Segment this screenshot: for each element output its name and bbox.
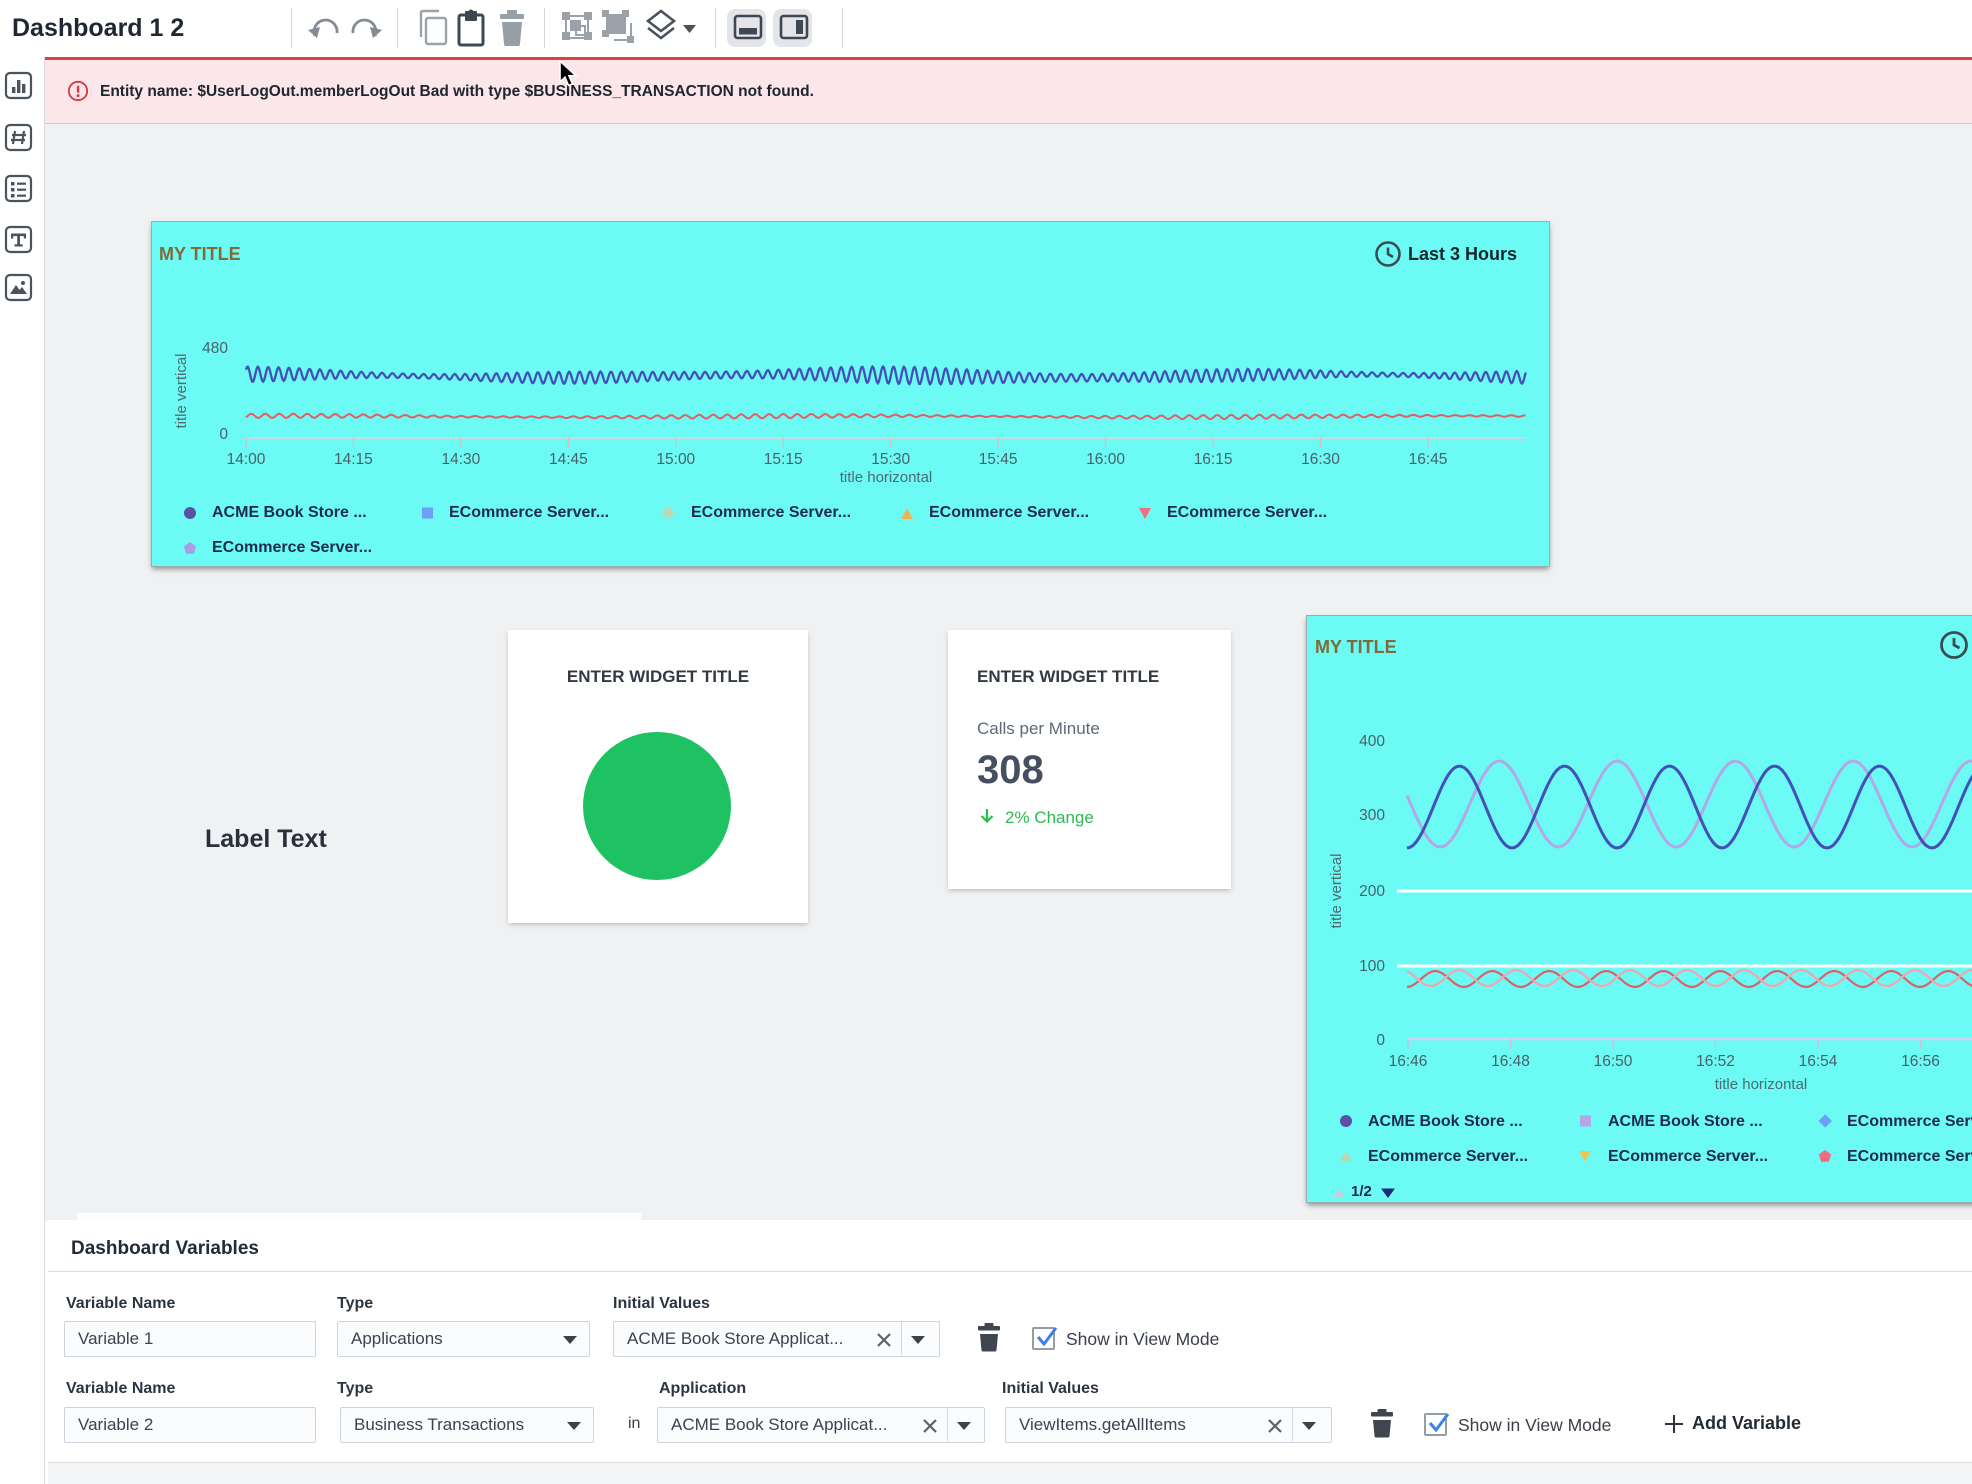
svg-text:14:15: 14:15 [334, 451, 373, 468]
svg-text:300: 300 [1359, 807, 1385, 824]
svg-text:16:56: 16:56 [1901, 1053, 1940, 1070]
svg-text:14:30: 14:30 [442, 451, 481, 468]
svg-text:14:45: 14:45 [549, 451, 588, 468]
svg-text:0: 0 [219, 426, 228, 443]
svg-text:15:45: 15:45 [979, 451, 1018, 468]
svg-text:100: 100 [1359, 958, 1385, 975]
svg-text:title vertical: title vertical [1328, 853, 1345, 928]
svg-text:15:00: 15:00 [656, 451, 695, 468]
svg-text:16:46: 16:46 [1389, 1053, 1428, 1070]
svg-text:400: 400 [1359, 733, 1385, 750]
svg-text:15:15: 15:15 [764, 451, 803, 468]
svg-text:16:45: 16:45 [1409, 451, 1448, 468]
svg-text:480: 480 [202, 340, 228, 357]
svg-text:16:15: 16:15 [1194, 451, 1233, 468]
svg-text:title horizontal: title horizontal [840, 469, 933, 486]
svg-text:16:30: 16:30 [1301, 451, 1340, 468]
svg-text:16:48: 16:48 [1491, 1053, 1530, 1070]
svg-text:16:50: 16:50 [1594, 1053, 1633, 1070]
svg-text:15:30: 15:30 [871, 451, 910, 468]
svg-text:200: 200 [1359, 883, 1385, 900]
svg-text:16:54: 16:54 [1799, 1053, 1838, 1070]
svg-text:title horizontal: title horizontal [1715, 1076, 1808, 1093]
svg-text:16:52: 16:52 [1696, 1053, 1735, 1070]
svg-text:0: 0 [1376, 1032, 1385, 1049]
svg-text:16:00: 16:00 [1086, 451, 1125, 468]
svg-text:title vertical: title vertical [173, 353, 190, 428]
svg-text:14:00: 14:00 [227, 451, 266, 468]
